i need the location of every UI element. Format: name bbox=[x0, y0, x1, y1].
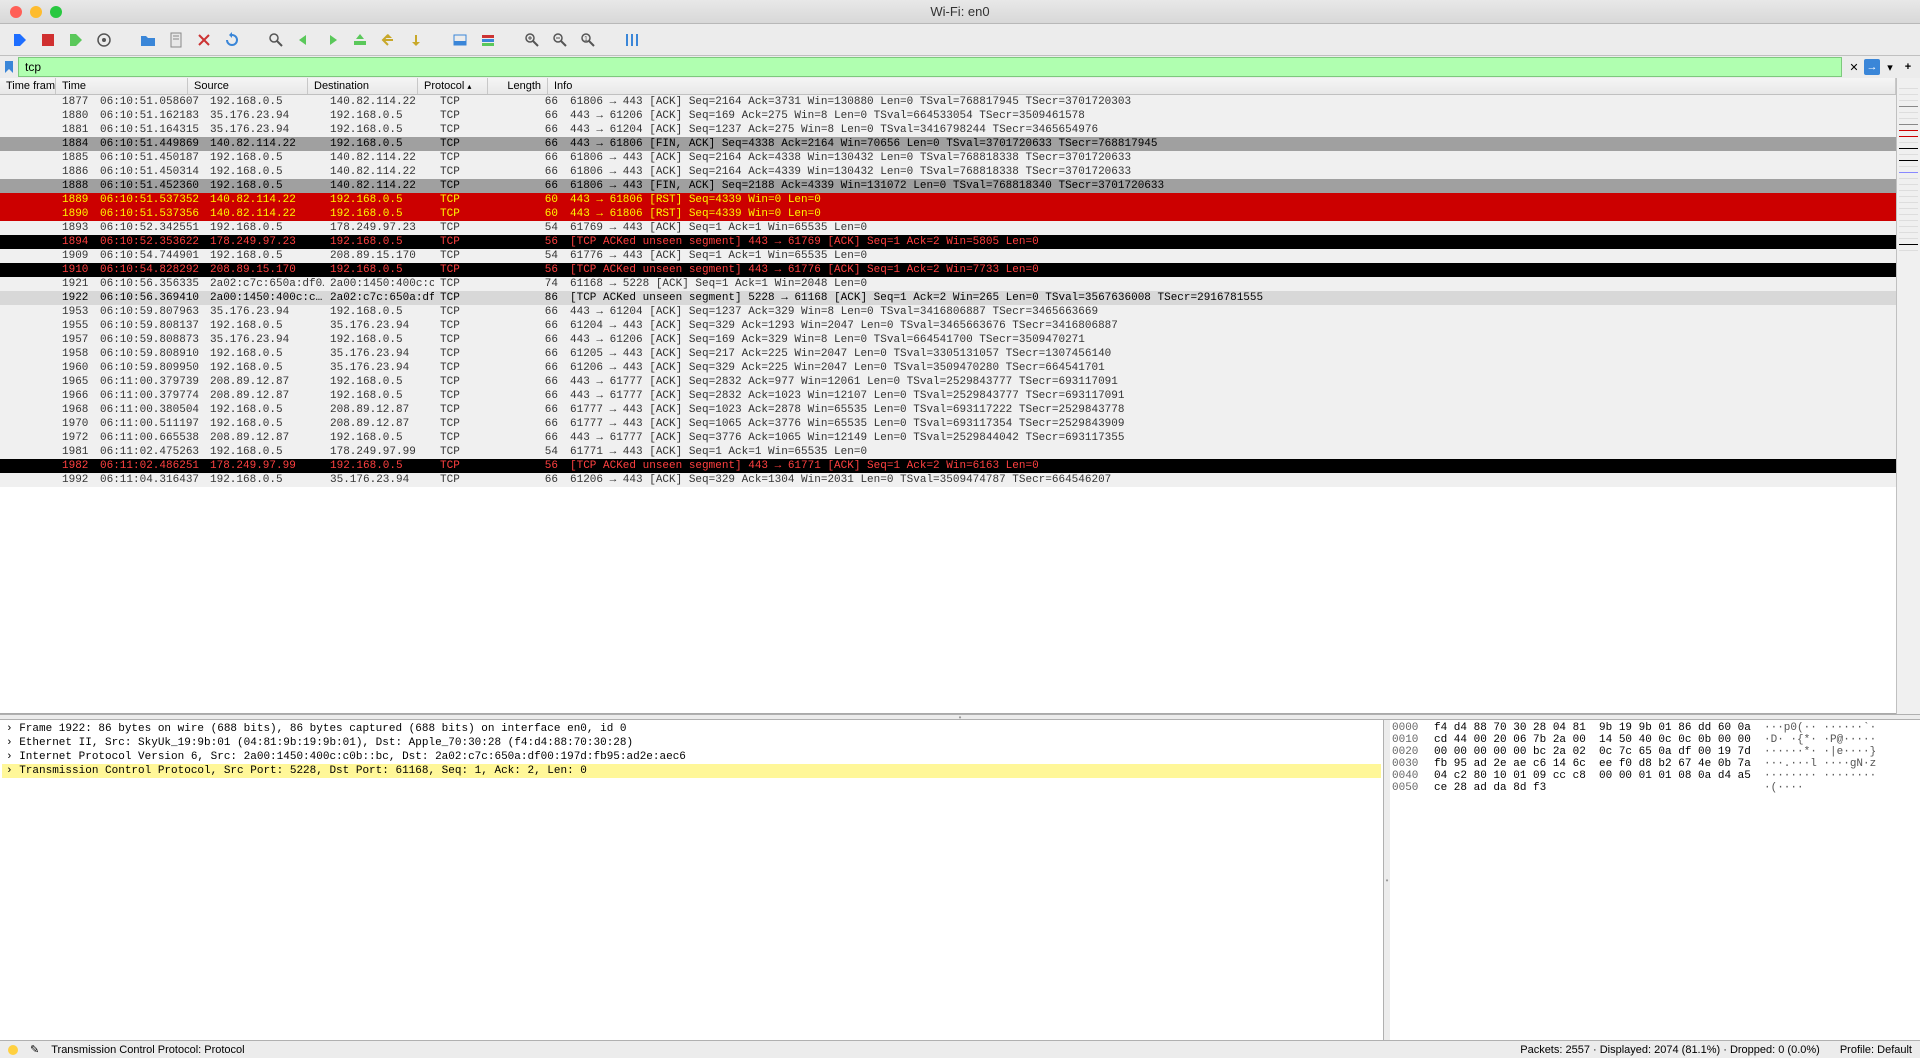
expert-info-icon[interactable]: ✎ bbox=[30, 1043, 39, 1056]
open-file-button[interactable] bbox=[136, 28, 160, 52]
find-packet-button[interactable] bbox=[264, 28, 288, 52]
col-source[interactable]: Source bbox=[188, 78, 308, 94]
close-file-button[interactable] bbox=[192, 28, 216, 52]
main-toolbar: 1 bbox=[0, 24, 1920, 56]
col-frame-time[interactable]: Time frame.time bbox=[0, 78, 56, 94]
status-profile[interactable]: Profile: Default bbox=[1840, 1044, 1912, 1056]
reload-file-button[interactable] bbox=[220, 28, 244, 52]
packet-list[interactable]: Time frame.time No. Time Source Destinat… bbox=[0, 78, 1896, 714]
packet-row[interactable]: 188806:10:51.452360192.168.0.5140.82.114… bbox=[0, 179, 1896, 193]
packet-bytes-pane[interactable]: 0000f4 d4 88 70 30 28 04 81 9b 19 9b 01 … bbox=[1390, 720, 1920, 1040]
status-protocol: Transmission Control Protocol: Protocol bbox=[51, 1044, 244, 1056]
col-time[interactable]: Time bbox=[56, 78, 188, 94]
packet-row[interactable]: 196606:11:00.379774208.89.12.87192.168.0… bbox=[0, 389, 1896, 403]
zoom-out-button[interactable] bbox=[548, 28, 572, 52]
resize-columns-button[interactable] bbox=[620, 28, 644, 52]
packet-row[interactable]: 198106:11:02.475263192.168.0.5178.249.97… bbox=[0, 445, 1896, 459]
go-first-button[interactable] bbox=[376, 28, 400, 52]
go-back-button[interactable] bbox=[292, 28, 316, 52]
filter-history-button[interactable]: ▾ bbox=[1882, 59, 1898, 75]
packet-row[interactable]: 189406:10:52.353622178.249.97.23192.168.… bbox=[0, 235, 1896, 249]
zoom-window-button[interactable] bbox=[50, 6, 62, 18]
packet-row[interactable]: 198206:11:02.486251178.249.97.99192.168.… bbox=[0, 459, 1896, 473]
col-protocol[interactable]: Protocol ▴ bbox=[418, 78, 488, 94]
hex-row[interactable]: 0030fb 95 ad 2e ae c6 14 6c ee f0 d8 b2 … bbox=[1392, 758, 1918, 770]
packet-row[interactable]: 188106:10:51.16431535.176.23.94192.168.0… bbox=[0, 123, 1896, 137]
packet-row[interactable]: 195706:10:59.80887335.176.23.94192.168.0… bbox=[0, 333, 1896, 347]
packet-row[interactable]: 187706:10:51.058607192.168.0.5140.82.114… bbox=[0, 95, 1896, 109]
add-filter-button[interactable]: + bbox=[1900, 59, 1916, 75]
packet-row[interactable]: 197006:11:00.511197192.168.0.5208.89.12.… bbox=[0, 417, 1896, 431]
packet-row[interactable]: 192206:10:56.3694102a00:1450:400c:c…2a02… bbox=[0, 291, 1896, 305]
save-file-button[interactable] bbox=[164, 28, 188, 52]
packet-row[interactable]: 189306:10:52.342551192.168.0.5178.249.97… bbox=[0, 221, 1896, 235]
packet-row[interactable]: 196006:10:59.809950192.168.0.535.176.23.… bbox=[0, 361, 1896, 375]
packet-row[interactable]: 188906:10:51.537352140.82.114.22192.168.… bbox=[0, 193, 1896, 207]
hex-row[interactable]: 0050ce 28 ad da 8d f3·(···· bbox=[1392, 782, 1918, 794]
packet-row[interactable]: 197206:11:00.665538208.89.12.87192.168.0… bbox=[0, 431, 1896, 445]
col-length[interactable]: Length bbox=[488, 78, 548, 94]
go-to-packet-button[interactable] bbox=[348, 28, 372, 52]
packet-row[interactable]: 190906:10:54.744901192.168.0.5208.89.15.… bbox=[0, 249, 1896, 263]
packet-row[interactable]: 188506:10:51.450187192.168.0.5140.82.114… bbox=[0, 151, 1896, 165]
zoom-in-button[interactable] bbox=[520, 28, 544, 52]
packet-row[interactable]: 199206:11:04.316437192.168.0.535.176.23.… bbox=[0, 473, 1896, 487]
window-title: Wi-Fi: en0 bbox=[930, 4, 989, 19]
packet-row[interactable]: 195506:10:59.808137192.168.0.535.176.23.… bbox=[0, 319, 1896, 333]
packet-row[interactable]: 188606:10:51.450314192.168.0.5140.82.114… bbox=[0, 165, 1896, 179]
restart-capture-button[interactable] bbox=[64, 28, 88, 52]
packet-list-header[interactable]: Time frame.time No. Time Source Destinat… bbox=[0, 78, 1896, 95]
clear-filter-button[interactable]: ✕ bbox=[1846, 59, 1862, 75]
packet-details-tree[interactable]: › Frame 1922: 86 bytes on wire (688 bits… bbox=[0, 720, 1384, 1040]
go-forward-button[interactable] bbox=[320, 28, 344, 52]
start-capture-button[interactable] bbox=[8, 28, 32, 52]
packet-row[interactable]: 195306:10:59.80796335.176.23.94192.168.0… bbox=[0, 305, 1896, 319]
tree-row[interactable]: › Transmission Control Protocol, Src Por… bbox=[2, 764, 1381, 778]
colorize-button[interactable] bbox=[476, 28, 500, 52]
tree-row[interactable]: › Ethernet II, Src: SkyUk_19:9b:01 (04:8… bbox=[2, 736, 1381, 750]
packet-row[interactable]: 191006:10:54.828292208.89.15.170192.168.… bbox=[0, 263, 1896, 277]
filter-bar: ✕ → ▾ + bbox=[0, 56, 1920, 78]
hex-row[interactable]: 0000f4 d4 88 70 30 28 04 81 9b 19 9b 01 … bbox=[1392, 722, 1918, 734]
apply-filter-button[interactable]: → bbox=[1864, 59, 1880, 75]
hex-row[interactable]: 002000 00 00 00 00 bc 2a 02 0c 7c 65 0a … bbox=[1392, 746, 1918, 758]
capture-options-button[interactable] bbox=[92, 28, 116, 52]
tree-row[interactable]: › Internet Protocol Version 6, Src: 2a00… bbox=[2, 750, 1381, 764]
packet-row[interactable]: 192106:10:56.3563352a02:c7c:650a:df0…2a0… bbox=[0, 277, 1896, 291]
status-packets: Packets: 2557 · Displayed: 2074 (81.1%) … bbox=[1520, 1044, 1820, 1056]
bookmark-filter-icon[interactable] bbox=[0, 58, 18, 76]
col-info[interactable]: Info bbox=[548, 78, 1896, 94]
hex-row[interactable]: 004004 c2 80 10 01 09 cc c8 00 00 01 01 … bbox=[1392, 770, 1918, 782]
stop-capture-button[interactable] bbox=[36, 28, 60, 52]
display-filter-input[interactable] bbox=[18, 57, 1842, 77]
zoom-reset-button[interactable]: 1 bbox=[576, 28, 600, 52]
packet-row[interactable]: 195806:10:59.808910192.168.0.535.176.23.… bbox=[0, 347, 1896, 361]
packet-row[interactable]: 188406:10:51.449869140.82.114.22192.168.… bbox=[0, 137, 1896, 151]
auto-scroll-button[interactable] bbox=[448, 28, 472, 52]
packet-row[interactable]: 189006:10:51.537356140.82.114.22192.168.… bbox=[0, 207, 1896, 221]
packet-row[interactable]: 196806:11:00.380504192.168.0.5208.89.12.… bbox=[0, 403, 1896, 417]
packet-row[interactable]: 188006:10:51.16218335.176.23.94192.168.0… bbox=[0, 109, 1896, 123]
packet-minimap[interactable] bbox=[1896, 78, 1920, 714]
status-bar: ✎ Transmission Control Protocol: Protoco… bbox=[0, 1040, 1920, 1058]
go-last-button[interactable] bbox=[404, 28, 428, 52]
titlebar: Wi-Fi: en0 bbox=[0, 0, 1920, 24]
packet-row[interactable]: 196506:11:00.379739208.89.12.87192.168.0… bbox=[0, 375, 1896, 389]
hex-row[interactable]: 0010cd 44 00 20 06 7b 2a 00 14 50 40 0c … bbox=[1392, 734, 1918, 746]
status-ready-icon bbox=[8, 1045, 18, 1055]
minimize-window-button[interactable] bbox=[30, 6, 42, 18]
close-window-button[interactable] bbox=[10, 6, 22, 18]
tree-row[interactable]: › Frame 1922: 86 bytes on wire (688 bits… bbox=[2, 722, 1381, 736]
svg-text:1: 1 bbox=[584, 36, 588, 43]
col-destination[interactable]: Destination bbox=[308, 78, 418, 94]
